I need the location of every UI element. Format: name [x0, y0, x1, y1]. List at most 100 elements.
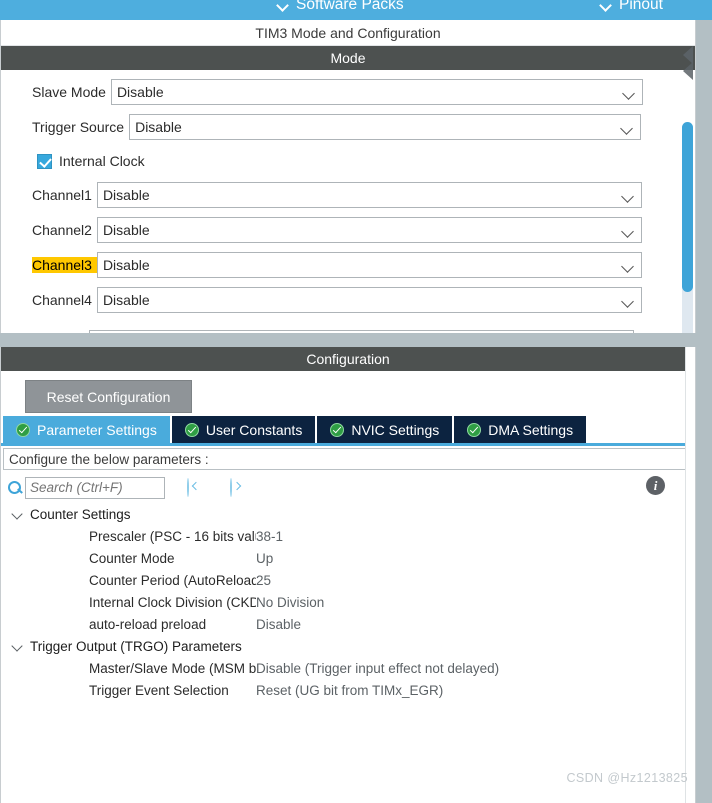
reset-button-area: Reset Configuration	[1, 371, 695, 416]
select-channel2-value: Disable	[102, 222, 150, 238]
form-row-channel1: Channel1 Disable	[1, 182, 695, 208]
label-slave-mode: Slave Mode	[32, 84, 106, 100]
param-row-auto-reload-preload[interactable]: auto-reload preload Disable	[1, 613, 695, 635]
param-row-prescaler[interactable]: Prescaler (PSC - 16 bits value) 38-1	[1, 525, 695, 547]
tab-active-underline	[1, 443, 695, 446]
right-edge-strip	[696, 20, 712, 803]
green-check-icon	[467, 422, 482, 437]
param-value-master-slave-mode: Disable (Trigger input effect not delaye…	[256, 660, 500, 676]
param-value-trigger-event-selection: Reset (UG bit from TIMx_EGR)	[256, 682, 444, 698]
checkbox-row-internal-clock[interactable]: Internal Clock	[1, 149, 695, 173]
label-channel4: Channel4	[32, 292, 92, 308]
chevron-left-circle-icon[interactable]	[187, 477, 189, 497]
chevron-down-icon	[621, 225, 634, 238]
mode-panel: TIM3 Mode and Configuration Mode Slave M…	[0, 20, 696, 333]
chevron-down-icon	[622, 87, 635, 100]
param-row-counter-period[interactable]: Counter Period (AutoReload Regis... 25	[1, 569, 695, 591]
group-trigger-output-label: Trigger Output (TRGO) Parameters	[30, 638, 242, 654]
select-channel1[interactable]: Disable	[96, 182, 642, 208]
chevron-down-icon[interactable]	[11, 507, 25, 521]
label-trigger-source: Trigger Source	[32, 119, 125, 135]
label-internal-clock: Internal Clock	[59, 153, 145, 169]
form-row-clipped	[1, 322, 695, 333]
label-channel1: Channel1	[32, 187, 92, 203]
tab-dma-settings-label: DMA Settings	[488, 421, 574, 438]
configuration-tab-bar: Parameter Settings User Constants NVIC S…	[1, 416, 695, 443]
param-value-counter-mode: Up	[256, 550, 274, 566]
tab-parameter-settings-label: Parameter Settings	[37, 421, 157, 438]
param-row-counter-mode[interactable]: Counter Mode Up	[1, 547, 695, 569]
chevron-down-icon[interactable]	[11, 639, 25, 653]
chevron-right-circle-icon[interactable]	[230, 477, 232, 497]
search-prev-wrap	[187, 477, 189, 497]
param-name-auto-reload-preload: auto-reload preload	[89, 616, 207, 632]
tab-user-constants[interactable]: User Constants	[171, 416, 316, 443]
param-name-counter-mode: Counter Mode	[89, 550, 175, 566]
group-trigger-output[interactable]: Trigger Output (TRGO) Parameters	[1, 635, 695, 657]
param-value-prescaler: 38-1	[256, 528, 284, 544]
top-menu-bar: Software Packs Pinout	[0, 0, 712, 20]
select-channel3-value: Disable	[102, 257, 150, 273]
search-icon	[7, 480, 23, 496]
chevron-down-icon	[620, 122, 633, 135]
param-name-counter-period: Counter Period (AutoReload Regis...	[89, 572, 256, 588]
select-channel1-value: Disable	[102, 187, 150, 203]
watermark-text: CSDN @Hz1213825	[566, 771, 688, 785]
select-channel2[interactable]: Disable	[96, 217, 642, 243]
checkbox-internal-clock[interactable]	[37, 153, 52, 169]
parameter-tree: Counter Settings Prescaler (PSC - 16 bit…	[1, 500, 695, 701]
select-channel4[interactable]: Disable	[96, 287, 642, 313]
tab-nvic-settings-label: NVIC Settings	[351, 421, 440, 438]
select-slave-mode[interactable]: Disable	[110, 79, 643, 105]
search-input[interactable]	[25, 476, 165, 499]
tab-user-constants-label: User Constants	[205, 421, 303, 438]
green-check-icon	[330, 422, 345, 437]
info-icon[interactable]: i	[646, 476, 665, 495]
select-slave-mode-value: Disable	[116, 84, 164, 100]
param-value-clock-division: No Division	[256, 594, 325, 610]
configuration-scroll-gutter[interactable]	[685, 347, 695, 803]
param-name-prescaler: Prescaler (PSC - 16 bits value)	[89, 528, 256, 544]
menu-item-software-packs[interactable]: Software Packs	[278, 0, 404, 14]
group-counter-settings[interactable]: Counter Settings	[1, 503, 695, 525]
form-row-slave-mode: Slave Mode Disable	[1, 79, 695, 105]
tab-nvic-settings[interactable]: NVIC Settings	[317, 416, 453, 443]
search-next-wrap	[230, 477, 232, 497]
form-row-channel3: Channel3 Disable	[1, 252, 695, 278]
parameter-search-row: i	[1, 470, 695, 500]
chevron-down-icon	[278, 0, 289, 11]
select-channel3[interactable]: Disable	[96, 252, 642, 278]
configuration-section-header: Configuration	[1, 347, 695, 371]
mode-section-header: Mode	[1, 46, 695, 70]
triangle-left-icon-secondary	[683, 62, 693, 80]
label-channel2: Channel2	[32, 222, 92, 238]
param-name-clock-division: Internal Clock Division (CKD)	[89, 594, 256, 610]
configuration-panel: Configuration Reset Configuration Parame…	[0, 347, 696, 803]
configure-hint-text: Configure the below parameters :	[3, 448, 693, 470]
tab-dma-settings[interactable]: DMA Settings	[454, 416, 587, 443]
select-trigger-source[interactable]: Disable	[129, 114, 642, 140]
green-check-icon	[16, 422, 30, 437]
menu-item-pinout-label: Pinout	[619, 0, 663, 13]
param-row-clock-division[interactable]: Internal Clock Division (CKD) No Divisio…	[1, 591, 695, 613]
chevron-down-icon	[621, 260, 634, 273]
mode-panel-body: Slave Mode Disable Trigger Source Disabl…	[1, 70, 695, 333]
param-name-master-slave-mode: Master/Slave Mode (MSM bit)	[89, 660, 256, 676]
form-row-trigger-source: Trigger Source Disable	[1, 114, 695, 140]
mode-panel-scrollbar-thumb[interactable]	[682, 122, 693, 292]
label-channel3: Channel3	[32, 257, 97, 273]
menu-item-pinout[interactable]: Pinout	[601, 0, 663, 14]
form-row-channel2: Channel2 Disable	[1, 217, 695, 243]
param-row-master-slave-mode[interactable]: Master/Slave Mode (MSM bit) Disable (Tri…	[1, 657, 695, 679]
group-counter-settings-label: Counter Settings	[30, 506, 131, 522]
app-root: Software Packs Pinout TIM3 Mode and Conf…	[0, 0, 712, 803]
panel-splitter[interactable]	[0, 333, 712, 347]
tab-parameter-settings[interactable]: Parameter Settings	[3, 416, 170, 443]
param-row-trigger-event-selection[interactable]: Trigger Event Selection Reset (UG bit fr…	[1, 679, 695, 701]
collapse-panel-arrow-icon[interactable]	[681, 46, 695, 80]
mode-panel-scrollbar-track[interactable]	[682, 122, 693, 333]
green-check-icon	[184, 422, 199, 437]
reset-configuration-button[interactable]: Reset Configuration	[25, 380, 192, 413]
select-trigger-source-value: Disable	[135, 119, 182, 135]
chevron-down-icon	[621, 295, 634, 308]
